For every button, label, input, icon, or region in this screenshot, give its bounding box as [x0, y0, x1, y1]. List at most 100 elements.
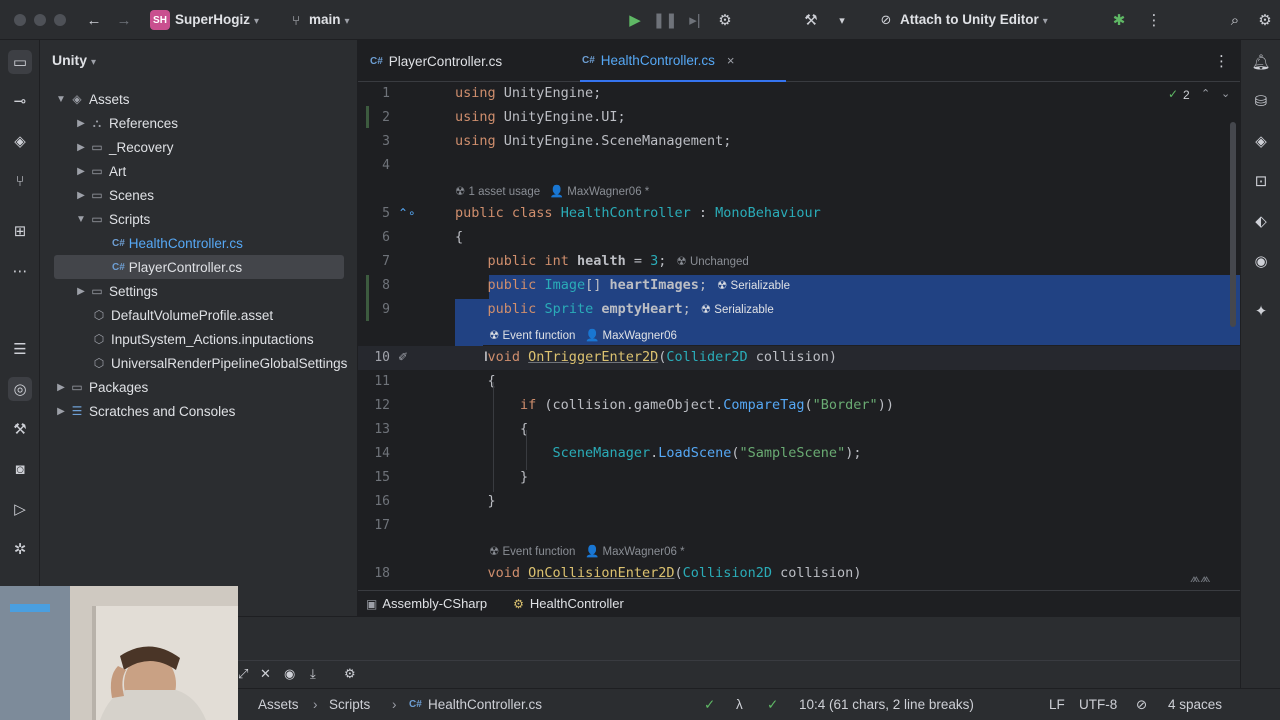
- build-hammer-icon[interactable]: ⚒: [800, 10, 822, 30]
- ai-assistant-icon[interactable]: ⩕⩕: [1190, 570, 1211, 586]
- problems-icon[interactable]: ✲: [8, 537, 32, 561]
- database-icon[interactable]: ⛁: [1249, 89, 1273, 113]
- tree-node-urp-global-settings[interactable]: ⬡ UniversalRenderPipelineGlobalSettings: [40, 351, 357, 375]
- project-folder-icon[interactable]: ▭: [8, 50, 32, 74]
- endpoints-icon[interactable]: ◉: [1249, 249, 1273, 273]
- tree-node-playercontroller[interactable]: C# PlayerController.cs: [54, 255, 344, 279]
- chevron-right-icon[interactable]: ▶: [74, 142, 88, 153]
- implements-icon[interactable]: ⌃∘: [398, 206, 416, 220]
- unity-event-icon[interactable]: ✐: [398, 350, 408, 364]
- ai-sparkle-icon[interactable]: ✦: [1249, 299, 1273, 323]
- window-zoom-button[interactable]: [54, 14, 66, 26]
- line-ending[interactable]: LF: [1049, 697, 1065, 712]
- code-editor[interactable]: ✓ 2 ⌃ ⌄ 1 using UnityEngine; 2 using Uni…: [358, 82, 1240, 590]
- inspections-ok-icon[interactable]: ✓: [704, 697, 715, 713]
- chevron-right-icon[interactable]: ▶: [54, 382, 68, 393]
- commit-icon[interactable]: ⊸: [8, 89, 32, 113]
- tree-node-scenes[interactable]: ▶ ▭ Scenes: [40, 183, 357, 207]
- pull-requests-icon[interactable]: ⑂: [8, 169, 32, 193]
- more-horizontal-icon[interactable]: ⋯: [8, 259, 32, 283]
- project-view-switcher[interactable]: Unity ▾: [52, 52, 96, 68]
- notifications-bell-icon[interactable]: 🔔︎: [1249, 50, 1273, 74]
- tab-playercontroller[interactable]: C# PlayerController.cs: [370, 40, 570, 82]
- tree-node-scratches[interactable]: ▶ ☰ Scratches and Consoles: [40, 399, 357, 423]
- back-arrow-icon[interactable]: ←: [84, 10, 104, 30]
- tree-node-art[interactable]: ▶ ▭ Art: [40, 159, 357, 183]
- tab-healthcontroller[interactable]: C# HealthController.cs ×: [580, 40, 786, 82]
- status-path-file[interactable]: HealthController.cs: [428, 697, 542, 712]
- list-icon[interactable]: ☰: [8, 337, 32, 361]
- code-line: 5 ⌃∘ public class HealthController : Mon…: [358, 202, 1240, 226]
- chevron-right-icon[interactable]: ▶: [74, 190, 88, 201]
- event-function-hint[interactable]: ☢ Event function 👤 MaxWagner06: [489, 328, 677, 342]
- expand-icon[interactable]: ⤢: [238, 666, 248, 682]
- tree-node-settings[interactable]: ▶ ▭ Settings: [40, 279, 357, 303]
- chevron-down-icon[interactable]: ▼: [74, 214, 88, 225]
- tree-label: Assets: [89, 91, 130, 107]
- tree-node-assets[interactable]: ▼ ◈ Assets: [40, 87, 357, 111]
- indent-setting[interactable]: 4 spaces: [1168, 697, 1222, 712]
- step-icon[interactable]: ▸|: [684, 10, 706, 30]
- unity-explorer-icon[interactable]: ◈: [1249, 129, 1273, 153]
- terminal-icon[interactable]: ◙: [8, 457, 32, 481]
- serializable-hint[interactable]: ☢ Serializable: [717, 278, 790, 292]
- eye-icon[interactable]: ◉: [284, 666, 295, 682]
- event-function-hint[interactable]: ☢ Event function 👤 MaxWagner06 *: [489, 544, 685, 558]
- status-path-assets[interactable]: Assets: [258, 697, 299, 712]
- chevron-right-icon[interactable]: ▶: [74, 118, 88, 129]
- tree-node-references[interactable]: ▶ ⛬ References: [40, 111, 357, 135]
- run-icon[interactable]: ▶: [624, 10, 646, 30]
- folder-icon: ▭: [91, 212, 103, 226]
- tree-node-scripts[interactable]: ▼ ▭ Scripts: [40, 207, 357, 231]
- gear-icon[interactable]: ⚙: [344, 666, 356, 682]
- branch-switcher[interactable]: main ▾: [309, 12, 350, 27]
- debug-bug-icon[interactable]: ✱: [1108, 10, 1130, 30]
- tree-node-inputsystem-actions[interactable]: ⬡ InputSystem_Actions.inputactions: [40, 327, 357, 351]
- collapse-icon[interactable]: ✕: [260, 666, 271, 682]
- status-path-scripts[interactable]: Scripts: [329, 697, 370, 712]
- gear-icon[interactable]: ⚙: [1254, 10, 1276, 30]
- chevron-down-icon[interactable]: ▾: [834, 10, 850, 30]
- copilot-icon[interactable]: ⊡: [1249, 169, 1273, 193]
- dependencies-icon[interactable]: ⬖: [1249, 209, 1273, 233]
- unity-icon[interactable]: ⚙: [714, 10, 736, 30]
- no-readonly-icon[interactable]: ⊘: [1136, 697, 1147, 713]
- chevron-down-icon[interactable]: ▼: [54, 94, 68, 105]
- chevron-right-icon[interactable]: ▶: [74, 166, 88, 177]
- window-minimize-button[interactable]: [34, 14, 46, 26]
- structure-icon[interactable]: ⊞: [8, 219, 32, 243]
- project-switcher[interactable]: SuperHogiz ▾: [175, 12, 259, 27]
- forward-arrow-icon[interactable]: →: [114, 10, 134, 30]
- tree-node-healthcontroller[interactable]: C# HealthController.cs: [40, 231, 357, 255]
- unchanged-hint[interactable]: ☢ Unchanged: [676, 254, 748, 268]
- tree-node-recovery[interactable]: ▶ ▭ _Recovery: [40, 135, 357, 159]
- breadcrumb-assembly[interactable]: Assembly-CSharp: [382, 596, 487, 611]
- csharp-file-icon: C#: [409, 699, 422, 710]
- window-close-button[interactable]: [14, 14, 26, 26]
- chevron-right-icon[interactable]: ▶: [54, 406, 68, 417]
- scroll-to-end-icon[interactable]: ⤓: [310, 666, 316, 682]
- serializable-hint[interactable]: ☢ Serializable: [701, 302, 774, 316]
- attach-to-unity-dropdown[interactable]: Attach to Unity Editor ▾: [900, 12, 1048, 27]
- vertical-scrollbar[interactable]: [1230, 122, 1236, 327]
- caret-position[interactable]: 10:4 (61 chars, 2 line breaks): [799, 697, 974, 712]
- search-icon[interactable]: ⌕: [1224, 10, 1246, 30]
- tree-node-packages[interactable]: ▶ ▭ Packages: [40, 375, 357, 399]
- more-vertical-icon[interactable]: ⋮: [1214, 52, 1229, 70]
- unity-explorer-icon[interactable]: ◈: [8, 129, 32, 153]
- chevron-right-icon[interactable]: ▶: [74, 286, 88, 297]
- more-vertical-icon[interactable]: ⋮: [1144, 10, 1164, 30]
- pause-icon[interactable]: ❚❚: [652, 10, 677, 30]
- services-icon[interactable]: ▷: [8, 497, 32, 521]
- tree-node-defaultvolumeprofile[interactable]: ⬡ DefaultVolumeProfile.asset: [40, 303, 357, 327]
- checkmark-icon[interactable]: ✓: [767, 697, 778, 713]
- indent-guide: [493, 382, 494, 492]
- project-badge[interactable]: SH: [150, 10, 170, 30]
- asset-usage-hint[interactable]: ☢ 1 asset usage 👤 MaxWagner06 *: [455, 184, 649, 198]
- unity-log-icon[interactable]: ◎: [8, 377, 32, 401]
- file-encoding[interactable]: UTF-8: [1079, 697, 1117, 712]
- lambda-icon[interactable]: λ: [736, 697, 743, 712]
- build-icon[interactable]: ⚒: [8, 417, 32, 441]
- close-icon[interactable]: ×: [727, 53, 735, 68]
- breadcrumb-class[interactable]: HealthController: [530, 596, 624, 611]
